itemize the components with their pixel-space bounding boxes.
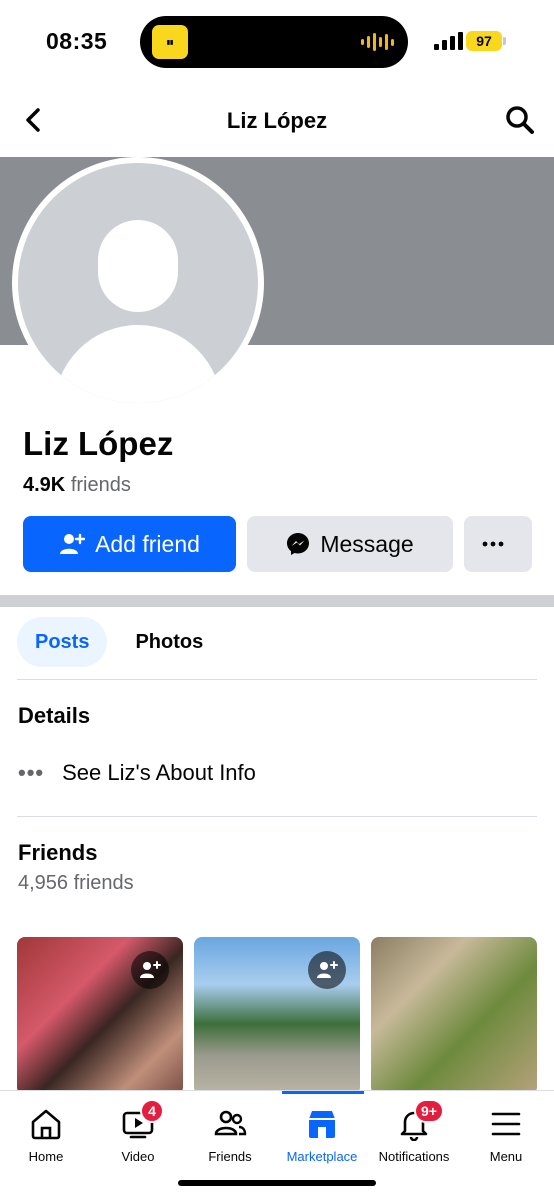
default-avatar-icon xyxy=(18,163,258,403)
audio-wave-icon xyxy=(361,32,394,52)
add-friend-label: Add friend xyxy=(95,530,200,557)
dots-icon: ••• xyxy=(18,760,45,785)
friend-thumbnail[interactable] xyxy=(17,937,183,1095)
header-title: Liz López xyxy=(226,108,328,133)
status-bar: 08:35 ▮▮ 97 xyxy=(0,0,554,85)
messenger-icon xyxy=(287,533,310,555)
video-icon: 4 xyxy=(92,1099,184,1141)
home-indicator[interactable] xyxy=(178,1180,376,1186)
profile-header: Liz López xyxy=(0,90,554,150)
marketplace-icon xyxy=(276,1107,368,1141)
notifications-badge: 9+ xyxy=(414,1099,444,1123)
nav-marketplace[interactable]: Marketplace xyxy=(276,1107,368,1164)
tab-posts[interactable]: Posts xyxy=(17,617,108,667)
details-heading: Details xyxy=(18,703,91,728)
friends-heading: Friends xyxy=(18,840,98,865)
add-friend-icon[interactable] xyxy=(308,951,346,989)
about-info-label: See Liz's About Info xyxy=(62,760,256,785)
signal-icon xyxy=(434,32,463,50)
profile-name: Liz López xyxy=(23,425,174,462)
island-app-icon: ▮▮ xyxy=(152,25,188,59)
tab-photos[interactable]: Photos xyxy=(117,617,221,667)
profile-tabs: Posts Photos xyxy=(17,617,221,667)
friends-count-value: 4.9K xyxy=(23,474,66,496)
home-icon xyxy=(0,1107,92,1141)
status-time: 08:35 xyxy=(46,28,108,54)
friend-thumbnail[interactable] xyxy=(194,937,360,1095)
friends-subtitle: 4,956 friends xyxy=(18,872,134,894)
nav-video[interactable]: 4 Video xyxy=(92,1099,184,1164)
message-label: Message xyxy=(320,530,414,557)
add-person-icon xyxy=(60,533,86,554)
friends-icon xyxy=(184,1107,276,1141)
nav-menu[interactable]: Menu xyxy=(460,1107,552,1164)
search-icon[interactable] xyxy=(504,104,536,136)
nav-notifications[interactable]: 9+ Notifications xyxy=(368,1099,460,1164)
add-friend-icon[interactable] xyxy=(131,951,169,989)
nav-home[interactable]: Home xyxy=(0,1107,92,1164)
active-tab-indicator xyxy=(282,1091,364,1094)
divider xyxy=(17,679,537,680)
more-dots-icon xyxy=(482,541,504,547)
menu-icon xyxy=(460,1107,552,1141)
nav-friends[interactable]: Friends xyxy=(184,1107,276,1164)
dynamic-island: ▮▮ xyxy=(140,16,408,68)
avatar[interactable] xyxy=(12,157,264,409)
about-info-link[interactable]: ••• See Liz's About Info xyxy=(18,760,256,786)
section-divider xyxy=(0,595,554,607)
friends-count-word: friends xyxy=(70,474,131,496)
add-friend-button[interactable]: Add friend xyxy=(23,516,236,572)
message-button[interactable]: Message xyxy=(247,516,453,572)
battery-tip xyxy=(503,37,506,45)
more-options-button[interactable] xyxy=(464,516,532,572)
divider xyxy=(17,816,537,817)
friend-thumbnail[interactable] xyxy=(371,937,537,1095)
bell-icon: 9+ xyxy=(368,1099,460,1141)
profile-friends-count[interactable]: 4.9K friends xyxy=(23,474,131,497)
video-badge: 4 xyxy=(140,1099,164,1123)
battery-icon: 97 xyxy=(466,31,502,51)
